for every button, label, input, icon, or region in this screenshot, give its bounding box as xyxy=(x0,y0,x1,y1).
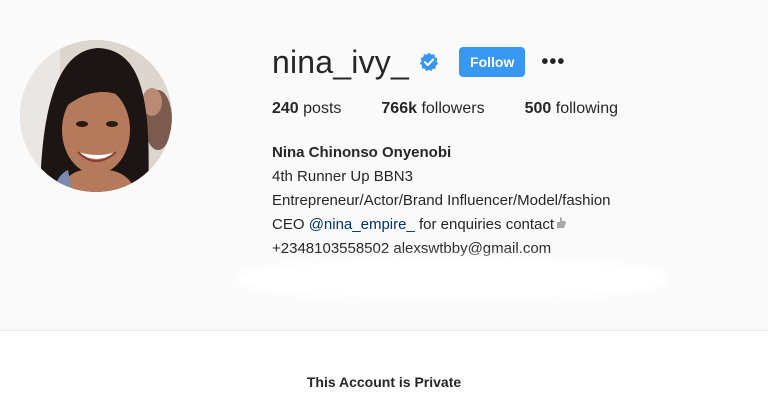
pointing-hand-icon xyxy=(554,214,568,228)
username: nina_ivy_ xyxy=(272,43,410,80)
bio-line-3-prefix: CEO xyxy=(272,216,309,233)
followers-count: 766k xyxy=(381,100,417,117)
full-name: Nina Chinonso Onyenobi xyxy=(272,144,452,161)
followers-label: followers xyxy=(421,100,485,117)
posts-count: 240 xyxy=(272,100,299,117)
bio-line-4: +2348103558502 alexswtbby@gmail.com xyxy=(272,240,552,257)
following-label: following xyxy=(555,100,619,117)
verified-badge-icon xyxy=(419,52,439,72)
redaction-scribble xyxy=(238,264,668,294)
follow-button[interactable]: Follow xyxy=(459,47,526,77)
posts-label: posts xyxy=(303,100,342,117)
bio-line-2: Entrepreneur/Actor/Brand Influencer/Mode… xyxy=(272,192,611,209)
more-options-icon[interactable]: ••• xyxy=(541,52,565,72)
profile-bio: Nina Chinonso Onyenobi 4th Runner Up BBN… xyxy=(272,141,611,261)
profile-stats: 240 posts 766k followers 500 following xyxy=(272,100,658,118)
bio-line-3-suffix: for enquiries contact xyxy=(414,216,555,233)
following-stat[interactable]: 500 following xyxy=(525,100,618,118)
username-row: nina_ivy_ Follow ••• xyxy=(272,40,565,84)
profile-header: nina_ivy_ Follow ••• 240 posts 766k foll… xyxy=(0,0,768,330)
followers-stat[interactable]: 766k followers xyxy=(381,100,484,118)
avatar-photo xyxy=(20,40,172,192)
profile-avatar[interactable] xyxy=(20,40,172,192)
private-account-panel: This Account is Private xyxy=(0,331,768,401)
bio-line-3: CEO @nina_empire_ for enquiries contact xyxy=(272,213,611,237)
posts-stat: 240 posts xyxy=(272,100,341,118)
private-account-notice: This Account is Private xyxy=(306,374,462,390)
following-count: 500 xyxy=(524,100,552,117)
bio-line-1: 4th Runner Up BBN3 xyxy=(272,168,413,185)
bio-mention-link[interactable]: @nina_empire_ xyxy=(309,216,415,233)
